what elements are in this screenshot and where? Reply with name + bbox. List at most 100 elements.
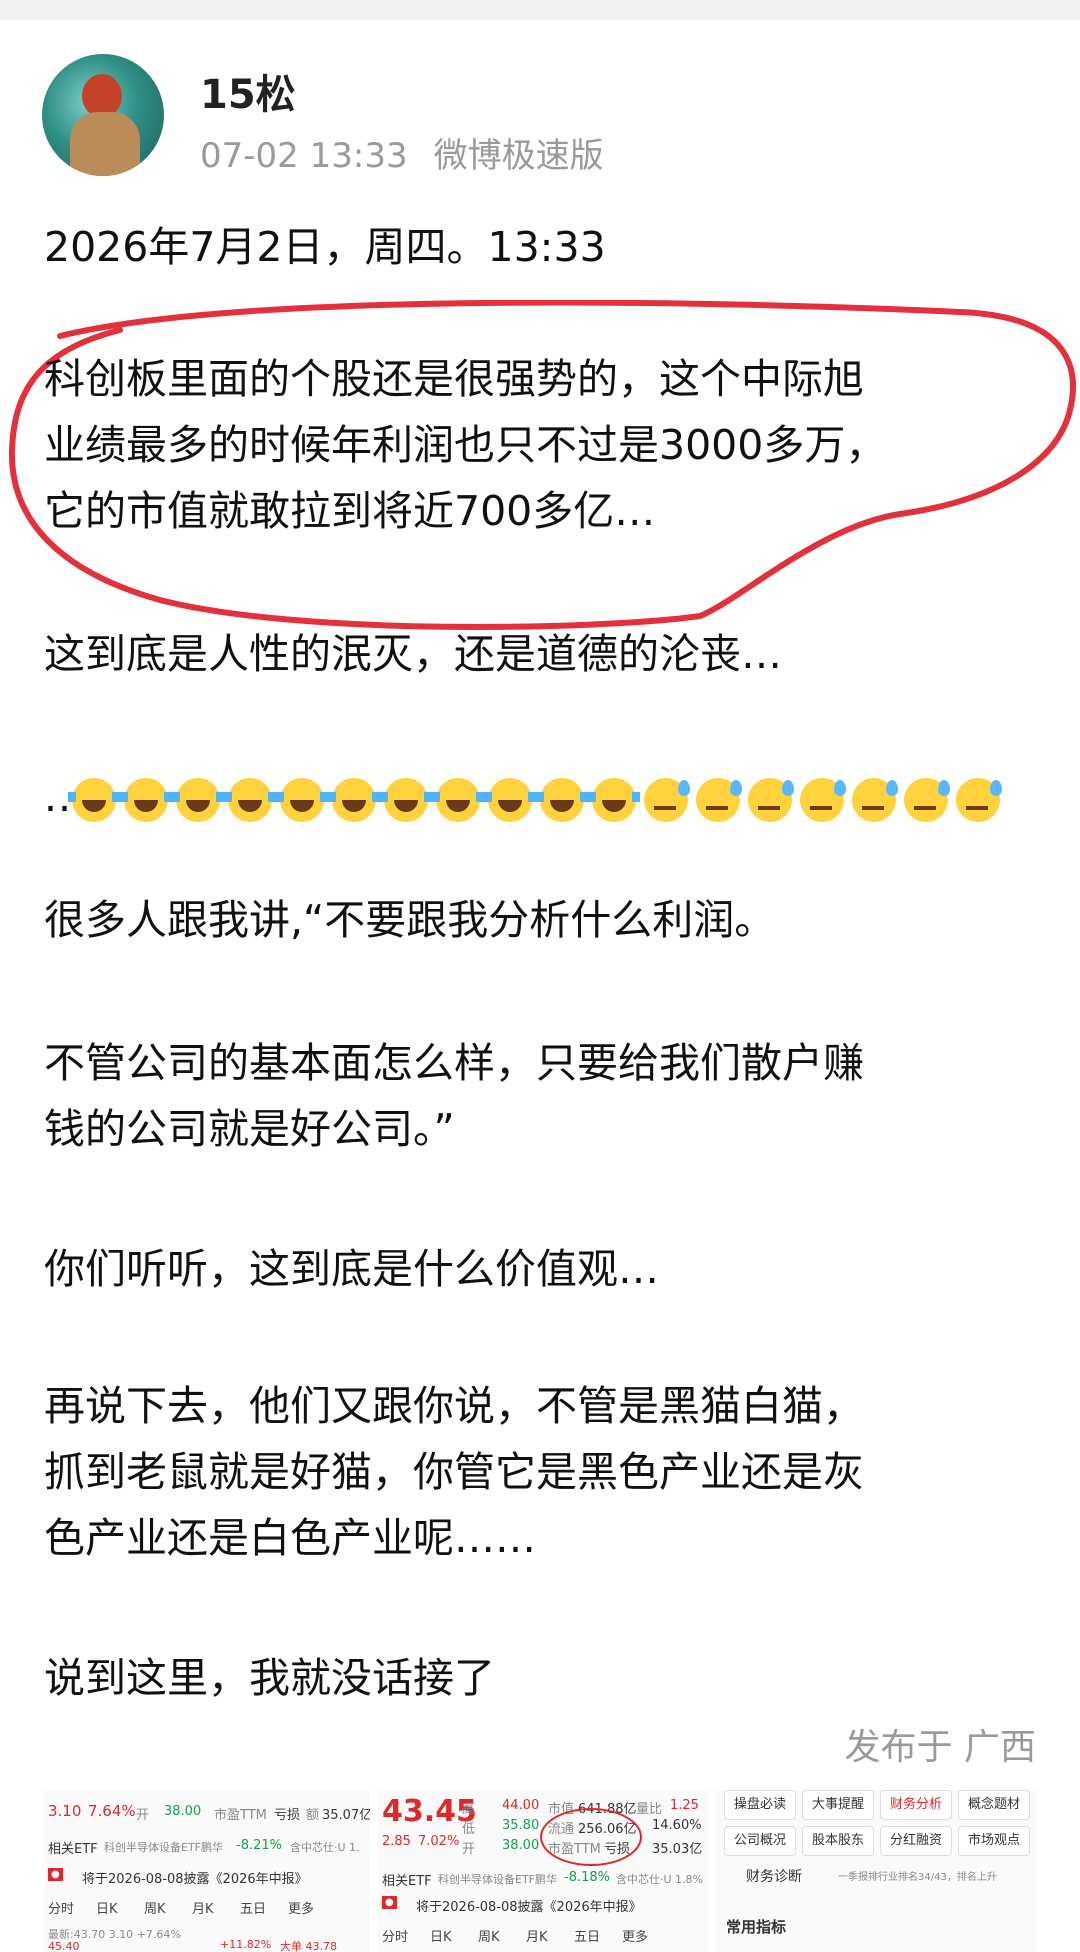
img1-amt-label: 额	[306, 1808, 320, 1823]
post-para-1: 科创板里面的个股还是很强势的，这个中际旭 业绩最多的时候年利润也只不过是3000…	[44, 346, 1034, 544]
post-para-7: 说到这里，我就没话接了	[44, 1654, 495, 1702]
img1-foot2: 45.40	[48, 1940, 80, 1952]
img1-etf-pct: -8.21%	[236, 1838, 282, 1853]
laughing-crying-emoji	[172, 778, 225, 822]
img1-etf-extra: 含中芯仕·U 1.	[290, 1841, 360, 1854]
img2-notice-badge: ●	[382, 1896, 397, 1909]
function-button[interactable]: 股本股东	[802, 1826, 874, 1856]
chart-tab[interactable]: 日K	[96, 1898, 118, 1917]
img2-high: 44.00	[502, 1798, 540, 1813]
post-para-4-line-2: 钱的公司就是好公司。”	[44, 1105, 455, 1153]
img2-low: 35.80	[502, 1818, 540, 1833]
chart-tab[interactable]: 更多	[288, 1898, 314, 1917]
function-button[interactable]: 操盘必读	[724, 1790, 796, 1820]
post-para-6: 再说下去，他们又跟你说，不管是黑猫白猫， 抓到老鼠就是好猫，你管它是黑色产业还是…	[44, 1373, 1034, 1571]
function-button[interactable]: 大事提醒	[802, 1790, 874, 1820]
img1-etf-name: 科创半导体设备ETF鹏华	[104, 1841, 223, 1854]
post-para-4-line-1: 不管公司的基本面怎么样，只要给我们散户赚	[44, 1039, 864, 1087]
img3-diagnosis[interactable]: 财务诊断	[746, 1866, 802, 1886]
img2-ratio: 1.25	[670, 1798, 699, 1813]
chart-tab[interactable]: 月K	[526, 1926, 548, 1945]
img2-pct: 7.02%	[418, 1834, 460, 1849]
laughing-crying-emoji	[536, 778, 589, 822]
img2-open-label: 开	[462, 1842, 476, 1857]
post-para-1-line-1: 科创板里面的个股还是很强势的，这个中际旭	[44, 355, 864, 403]
post-para-1-line-2: 业绩最多的时候年利润也只不过是3000多万，	[44, 421, 887, 469]
avatar-figure-body	[70, 112, 140, 176]
img1-foot4: 大单 43.78	[280, 1940, 337, 1952]
chart-tab[interactable]: 分时	[48, 1898, 74, 1917]
emoji-row: ..	[44, 764, 1034, 830]
post-para-2: 这到底是人性的泯灭，还是道德的沦丧…	[44, 630, 782, 678]
img2-open: 38.00	[502, 1838, 540, 1853]
img1-change: 3.10	[48, 1802, 82, 1820]
post-time: 07-02 13:33	[200, 136, 408, 176]
chart-tab[interactable]: 日K	[430, 1926, 452, 1945]
author-name[interactable]: 15松	[200, 62, 296, 120]
sweat-emoji	[852, 778, 899, 822]
laughing-crying-emoji	[120, 778, 173, 822]
img1-open-label: 开	[136, 1808, 150, 1823]
status-strip	[0, 0, 1080, 20]
sweat-emoji	[696, 778, 743, 822]
sweat-emoji	[644, 778, 691, 822]
post-image-1[interactable]: 3.10 7.64% 开 38.00 市盈TTM 亏损 额 35.07亿 相关E…	[44, 1790, 370, 1952]
chart-tab[interactable]: 更多	[622, 1926, 648, 1945]
img3-diagnosis-note: 一季报排行业排名34/43，排名上升	[838, 1872, 997, 1883]
sweat-emoji	[904, 778, 951, 822]
chart-tab[interactable]: 周K	[478, 1926, 500, 1945]
img2-etf-extra: 含中芯仕·U 1.8%	[616, 1873, 703, 1886]
emoji-group	[68, 773, 1008, 822]
function-button[interactable]: 公司概况	[724, 1826, 796, 1856]
img1-etf-label: 相关ETF	[48, 1842, 98, 1857]
avatar[interactable]	[42, 54, 164, 176]
function-button[interactable]: 市场观点	[958, 1826, 1030, 1856]
img1-amt: 35.07亿	[322, 1808, 370, 1823]
chart-tab[interactable]: 周K	[144, 1898, 166, 1917]
laughing-crying-emoji	[588, 778, 641, 822]
post-location: 发布于 广西	[844, 1727, 1036, 1768]
img2-etf-name: 科创半导体设备ETF鹏华	[438, 1873, 557, 1886]
img1-notice-badge: ●	[48, 1868, 63, 1881]
img1-pe-label: 市盈TTM	[214, 1808, 267, 1823]
laughing-crying-emoji	[68, 778, 121, 822]
chart-tab[interactable]: 五日	[240, 1898, 266, 1917]
post-para-6-line-2: 抓到老鼠就是好猫，你管它是黑色产业还是灰	[44, 1448, 864, 1496]
post-client: 微博极速版	[433, 136, 604, 176]
post-para-3: 很多人跟我讲,“不要跟我分析什么利润。	[44, 896, 776, 944]
laughing-crying-emoji	[380, 778, 433, 822]
laughing-crying-emoji	[484, 778, 537, 822]
img1-pct: 7.64%	[88, 1802, 136, 1820]
img2-notice[interactable]: 将于2026-08-08披露《2026年中报》	[416, 1896, 642, 1915]
img2-etf-pct: -8.18%	[564, 1870, 610, 1885]
post-image-2[interactable]: 43.45 2.85 7.02% 高 44.00 低 35.80 开 38.00…	[378, 1790, 708, 1952]
chart-tab[interactable]: 分时	[382, 1926, 408, 1945]
sweat-emoji	[800, 778, 847, 822]
img2-ratio-label: 量比	[636, 1802, 663, 1817]
laughing-crying-emoji	[224, 778, 277, 822]
function-button[interactable]: 财务分析	[880, 1790, 952, 1820]
img1-open: 38.00	[164, 1804, 202, 1819]
img2-turnover: 14.60%	[652, 1818, 702, 1833]
sweat-emoji	[956, 778, 1003, 822]
img3-common-title: 常用指标	[726, 1918, 787, 1936]
post-meta: 07-02 13:33 微博极速版	[200, 128, 604, 177]
img1-notice[interactable]: 将于2026-08-08披露《2026年中报》	[82, 1868, 308, 1887]
img2-change: 2.85	[382, 1834, 411, 1849]
img2-amt: 35.03亿	[652, 1842, 703, 1857]
img2-red-circle	[540, 1808, 642, 1866]
laughing-crying-emoji	[276, 778, 329, 822]
img1-pe: 亏损	[274, 1808, 301, 1823]
laughing-crying-emoji	[432, 778, 485, 822]
post-image-3[interactable]: 操盘必读 大事提醒 财务分析 概念题材 公司概况 股本股东 分红融资 市场观点 财务诊断 一…	[716, 1790, 1036, 1952]
chart-tab[interactable]: 五日	[574, 1926, 600, 1945]
post-para-5: 你们听听，这到底是什么价值观…	[44, 1245, 659, 1293]
function-button[interactable]: 分红融资	[880, 1826, 952, 1856]
post-para-6-line-1: 再说下去，他们又跟你说，不管是黑猫白猫，	[44, 1382, 864, 1430]
function-button[interactable]: 概念题材	[958, 1790, 1030, 1820]
post-para-1-line-3: 它的市值就敢拉到将近700多亿…	[44, 487, 656, 535]
post-para-4: 不管公司的基本面怎么样，只要给我们散户赚 钱的公司就是好公司。”	[44, 1030, 1034, 1162]
laughing-crying-emoji	[328, 778, 381, 822]
chart-tab[interactable]: 月K	[192, 1898, 214, 1917]
img2-high-label: 高	[462, 1802, 476, 1817]
